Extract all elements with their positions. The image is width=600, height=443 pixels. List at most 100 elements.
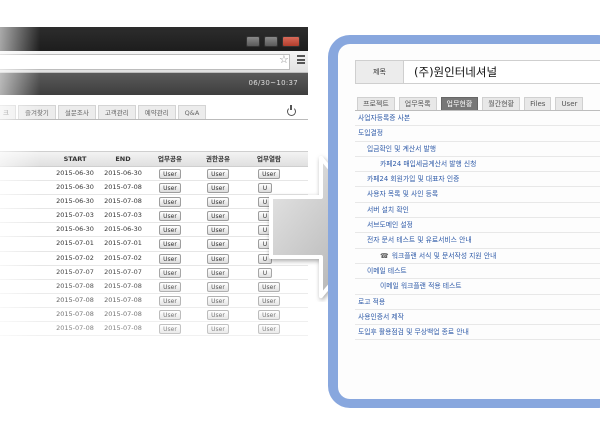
panel-tabs: 프로젝트 업무목록 업무현황 월간현황 Files User xyxy=(357,97,587,110)
task-item[interactable]: 서버 설치 확인 xyxy=(355,203,600,219)
end-date-cell: 2015-06-30 xyxy=(104,225,142,234)
task-item[interactable]: 도입결정 xyxy=(355,126,600,142)
start-date-cell: 2015-06-30 xyxy=(56,225,94,234)
share-user-button[interactable]: User xyxy=(159,211,181,222)
task-label: 전자 문서 테스트 및 유료서비스 안내 xyxy=(367,236,472,245)
share-user-button[interactable]: User xyxy=(159,239,181,250)
table-row[interactable]: 2015-07-08 2015-07-08 User User User xyxy=(0,308,308,323)
task-label: 카페24 회원가입 및 대표자 인증 xyxy=(367,175,460,184)
panel-tab-1[interactable]: 업무목록 xyxy=(398,97,437,110)
divider xyxy=(0,119,308,120)
start-date-cell: 2015-07-03 xyxy=(56,211,94,220)
permission-user-button[interactable]: User xyxy=(207,211,229,222)
panel-tab-2[interactable]: 업무현황 xyxy=(440,97,479,110)
permission-user-button[interactable]: User xyxy=(207,309,229,320)
share-user-button[interactable]: User xyxy=(159,267,181,278)
task-item[interactable]: 도입후 활용점검 및 무상백업 종료 안내 xyxy=(355,325,600,341)
tab-3[interactable]: 고객관리 xyxy=(97,105,136,119)
panel-tab-3[interactable]: 월간현황 xyxy=(482,97,521,110)
share-user-button[interactable]: User xyxy=(159,324,181,335)
permission-user-button[interactable]: User xyxy=(207,169,229,179)
table-row[interactable]: 2015-06-30 2015-07-08 User User U xyxy=(0,181,308,196)
task-item[interactable]: 사용인증서 제작 xyxy=(355,310,600,326)
close-icon[interactable] xyxy=(282,36,300,47)
power-icon[interactable] xyxy=(287,105,296,116)
end-date-cell: 2015-07-07 xyxy=(104,267,142,276)
bookmark-star-icon[interactable]: ☆ xyxy=(279,53,289,66)
end-date-cell: 2015-07-08 xyxy=(104,324,142,333)
panel-tab-0[interactable]: 프로젝트 xyxy=(357,97,395,110)
end-date-cell: 2015-07-08 xyxy=(104,197,142,206)
browser-menu-icon[interactable] xyxy=(297,55,305,64)
task-label: 서브도메인 설정 xyxy=(367,221,413,230)
task-list: 사업자등록증 사본도입결정입금확인 및 계산서 발행카페24 매입세금계산서 발… xyxy=(355,110,600,341)
minimize-icon[interactable] xyxy=(246,36,260,47)
title-row: 제목 (주)원인터네셔널 xyxy=(355,60,600,84)
task-item[interactable]: 서브도메인 설정 xyxy=(355,218,600,234)
panel-tab-5[interactable]: User xyxy=(555,97,584,110)
permission-user-button[interactable]: User xyxy=(207,253,229,264)
promo-illustration: ☆ 06/30~10:37 크즐겨찾기설문조사고객관리예약관리Q&A START… xyxy=(0,0,600,443)
end-date-cell: 2015-07-03 xyxy=(104,211,142,220)
task-item[interactable]: 로고 적용 xyxy=(355,295,600,310)
maximize-icon[interactable] xyxy=(264,36,278,47)
permission-user-button[interactable]: User xyxy=(207,183,229,194)
permission-user-button[interactable]: User xyxy=(207,239,229,250)
task-item[interactable]: ☎ 워크플랜 서식 및 문서작성 지원 안내 xyxy=(355,249,600,264)
table-row[interactable]: 2015-07-08 2015-07-08 User User User xyxy=(0,280,308,294)
url-input[interactable] xyxy=(0,54,290,70)
tab-4[interactable]: 예약관리 xyxy=(137,105,176,119)
task-item[interactable]: 사업자등록증 사본 xyxy=(355,111,600,127)
tab-2[interactable]: 설문조사 xyxy=(57,105,96,119)
task-item[interactable]: 이메일 워크플랜 적용 테스트 xyxy=(355,279,600,295)
table-row[interactable]: 2015-07-03 2015-07-03 User User U xyxy=(0,209,308,224)
column-header[interactable]: 권한공유 xyxy=(201,152,235,167)
tab-5[interactable]: Q&A xyxy=(177,105,207,119)
permission-user-button[interactable]: User xyxy=(207,267,229,278)
end-date-cell: 2015-07-08 xyxy=(104,309,142,318)
share-user-button[interactable]: User xyxy=(159,295,181,306)
task-label: 사업자등록증 사본 xyxy=(358,114,411,122)
share-user-button[interactable]: User xyxy=(159,253,181,264)
table-row[interactable]: 2015-07-08 2015-07-08 User User User xyxy=(0,322,308,337)
table-row[interactable]: 2015-07-08 2015-07-08 User User User xyxy=(0,294,308,308)
task-item[interactable]: 이메일 테스트 xyxy=(355,264,600,280)
table-row[interactable]: 2015-07-01 2015-07-01 User User U xyxy=(0,237,308,252)
permission-user-button[interactable]: User xyxy=(207,225,229,236)
end-date-cell: 2015-07-01 xyxy=(104,239,142,248)
task-item[interactable]: 사용자 목록 및 사인 등록 xyxy=(355,187,600,203)
start-date-cell: 2015-06-30 xyxy=(56,169,94,177)
share-user-button[interactable]: User xyxy=(159,281,181,292)
permission-user-button[interactable]: User xyxy=(207,295,229,306)
title-label: 제목 xyxy=(356,61,404,83)
column-header[interactable]: START xyxy=(55,152,95,167)
column-header[interactable]: END xyxy=(103,152,143,167)
task-panel: 제목 (주)원인터네셔널 프로젝트 업무목록 업무현황 월간현황 Files User 사… xyxy=(338,44,600,399)
task-item[interactable]: 카페24 회원가입 및 대표자 인증 xyxy=(355,172,600,188)
share-user-button[interactable]: User xyxy=(159,309,181,320)
panel-tab-4[interactable]: Files xyxy=(524,97,552,110)
table-row[interactable]: 2015-07-07 2015-07-07 User User U xyxy=(0,266,308,280)
address-bar: ☆ xyxy=(0,51,308,73)
share-user-button[interactable]: User xyxy=(159,183,181,194)
permission-user-button[interactable]: User xyxy=(207,197,229,208)
task-label: 입금확인 및 계산서 발행 xyxy=(367,144,437,153)
column-header[interactable]: 업무공유 xyxy=(153,152,187,167)
share-user-button[interactable]: User xyxy=(159,169,181,179)
share-user-button[interactable]: User xyxy=(159,225,181,236)
permission-user-button[interactable]: User xyxy=(207,281,229,292)
share-user-button[interactable]: User xyxy=(159,197,181,208)
view-user-button[interactable]: User xyxy=(258,309,280,320)
task-item[interactable]: 카페24 매입세금계산서 발행 신청 xyxy=(355,157,600,173)
table-row[interactable]: 2015-06-30 2015-06-30 User User U xyxy=(0,223,308,238)
window-titlebar xyxy=(0,27,308,51)
table-row[interactable]: 2015-06-30 2015-07-08 User User U xyxy=(0,195,308,210)
view-user-button[interactable]: User xyxy=(258,324,280,335)
task-item[interactable]: 입금확인 및 계산서 발행 xyxy=(355,142,600,157)
task-item[interactable]: 전자 문서 테스트 및 유료서비스 안내 xyxy=(355,233,600,249)
table-row[interactable]: 2015-06-30 2015-06-30 User User User xyxy=(0,167,308,182)
permission-user-button[interactable]: User xyxy=(207,324,229,335)
start-date-cell: 2015-07-08 xyxy=(56,281,94,290)
table-row[interactable]: 2015-07-02 2015-07-02 User User U xyxy=(0,252,308,266)
task-label: 사용자 목록 및 사인 등록 xyxy=(367,190,439,199)
